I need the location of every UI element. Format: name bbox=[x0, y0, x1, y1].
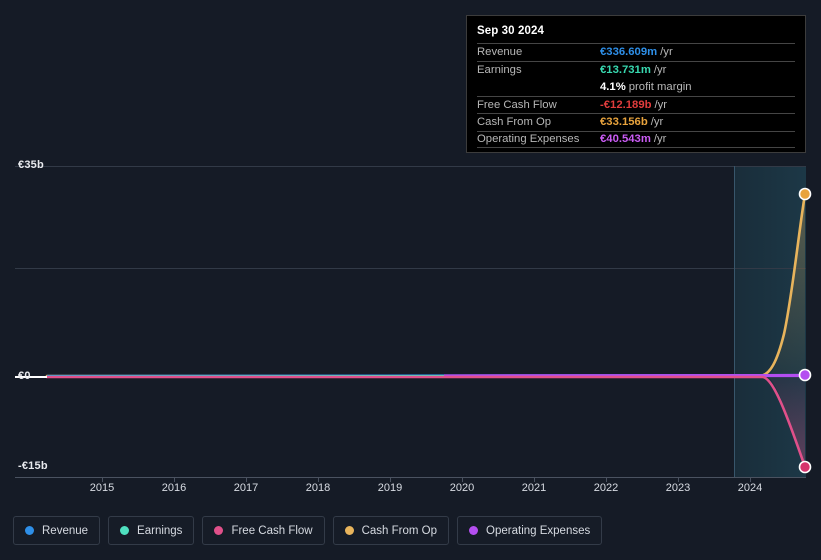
financial-chart-page: €35b €0 -€15b 2015 2016 2017 2018 2019 2… bbox=[0, 0, 821, 560]
y-tick-label-top: €35b bbox=[18, 159, 44, 171]
y-tick-label-zero: €0 bbox=[18, 370, 31, 382]
tooltip-row-profit-margin: 4.1% profit margin bbox=[477, 78, 795, 96]
legend-item-free-cash-flow[interactable]: Free Cash Flow bbox=[202, 516, 325, 545]
tooltip-label-revenue: Revenue bbox=[477, 46, 523, 59]
tooltip-date: Sep 30 2024 bbox=[477, 25, 544, 37]
tooltip-label-earnings: Earnings bbox=[477, 63, 522, 76]
tooltip-value-earnings: €13.731m bbox=[600, 63, 651, 76]
legend-dot-free-cash-flow-icon bbox=[214, 526, 224, 535]
tooltip-row-earnings: Earnings €13.731m /yr bbox=[477, 60, 795, 79]
y-tick-label-bottom: -€15b bbox=[18, 460, 48, 472]
tooltip-row-operating-expenses: Operating Expenses €40.543m /yr bbox=[477, 130, 795, 148]
cash-from-op-area bbox=[768, 194, 805, 376]
x-tick-label-2021: 2021 bbox=[521, 482, 547, 494]
tooltip-suffix-earnings: /yr bbox=[653, 63, 667, 76]
endpoint-cash-from-op bbox=[798, 187, 812, 201]
x-tick-mark bbox=[534, 477, 535, 482]
tooltip-suffix-cash-from-op: /yr bbox=[650, 116, 664, 129]
x-axis-line bbox=[15, 477, 806, 478]
tooltip-value-free-cash-flow: -€12.189b bbox=[600, 98, 652, 111]
x-tick-label-2016: 2016 bbox=[161, 482, 187, 494]
x-tick-label-2024: 2024 bbox=[737, 482, 763, 494]
tooltip-label-operating-expenses: Operating Expenses bbox=[477, 133, 580, 146]
chart-legend: Revenue Earnings Free Cash Flow Cash Fro… bbox=[13, 516, 603, 545]
x-tick-mark bbox=[606, 477, 607, 482]
tooltip-suffix-free-cash-flow: /yr bbox=[654, 98, 668, 111]
tooltip-suffix-profit-margin: profit margin bbox=[628, 80, 692, 93]
endpoint-operating-expenses bbox=[798, 368, 812, 382]
tooltip-suffix-revenue: /yr bbox=[660, 46, 673, 59]
legend-label-earnings: Earnings bbox=[137, 524, 183, 537]
tooltip-label-cash-from-op: Cash From Op bbox=[477, 116, 552, 129]
tooltip-label-free-cash-flow: Free Cash Flow bbox=[477, 98, 557, 111]
tooltip-suffix-operating-expenses: /yr bbox=[653, 133, 667, 146]
plot-area bbox=[15, 166, 812, 478]
x-tick-label-2015: 2015 bbox=[89, 482, 115, 494]
legend-item-operating-expenses[interactable]: Operating Expenses bbox=[457, 516, 603, 545]
legend-label-operating-expenses: Operating Expenses bbox=[486, 524, 591, 537]
tooltip-value-cash-from-op: €33.156b bbox=[600, 116, 648, 129]
tooltip-row-revenue: Revenue €336.609m /yr bbox=[477, 43, 795, 61]
tooltip-value-operating-expenses: €40.543m bbox=[600, 133, 651, 146]
x-tick-label-2023: 2023 bbox=[665, 482, 691, 494]
tooltip-value-profit-margin: 4.1% bbox=[600, 80, 626, 93]
x-tick-label-2020: 2020 bbox=[449, 482, 475, 494]
x-tick-mark bbox=[318, 477, 319, 482]
x-axis: 2015 2016 2017 2018 2019 2020 2021 2022 … bbox=[0, 482, 821, 504]
free-cash-flow-line bbox=[45, 375, 807, 469]
tooltip-row-free-cash-flow: Free Cash Flow -€12.189b /yr bbox=[477, 95, 795, 114]
x-tick-mark bbox=[390, 477, 391, 482]
x-tick-mark bbox=[678, 477, 679, 482]
legend-dot-revenue-icon bbox=[25, 526, 34, 535]
legend-item-earnings[interactable]: Earnings bbox=[108, 516, 195, 545]
legend-label-free-cash-flow: Free Cash Flow bbox=[231, 524, 313, 537]
legend-dot-cash-from-op-icon bbox=[344, 526, 354, 535]
x-tick-label-2019: 2019 bbox=[377, 482, 403, 494]
x-tick-label-2018: 2018 bbox=[305, 482, 331, 494]
legend-item-revenue[interactable]: Revenue bbox=[13, 516, 101, 545]
x-tick-mark bbox=[750, 477, 751, 482]
x-tick-mark bbox=[462, 477, 463, 482]
x-tick-mark bbox=[246, 477, 247, 482]
legend-item-cash-from-op[interactable]: Cash From Op bbox=[332, 516, 450, 545]
legend-label-cash-from-op: Cash From Op bbox=[361, 524, 438, 537]
x-tick-mark bbox=[174, 477, 175, 482]
legend-label-revenue: Revenue bbox=[42, 524, 89, 537]
series-paths bbox=[45, 187, 812, 474]
tooltip-row-cash-from-op: Cash From Op €33.156b /yr bbox=[477, 113, 795, 131]
data-tooltip: Sep 30 2024 Revenue €336.609m /yr Earnin… bbox=[466, 15, 806, 153]
endpoint-free-cash-flow bbox=[798, 460, 812, 474]
cash-from-op-line bbox=[45, 192, 807, 378]
legend-dot-earnings-icon bbox=[120, 526, 130, 535]
tooltip-value-revenue: €336.609m bbox=[600, 46, 658, 59]
chart-canvas: €35b €0 -€15b bbox=[0, 159, 821, 480]
x-tick-mark bbox=[102, 477, 103, 482]
x-tick-label-2017: 2017 bbox=[233, 482, 259, 494]
x-tick-label-2022: 2022 bbox=[593, 482, 619, 494]
legend-dot-operating-expenses-icon bbox=[469, 526, 479, 535]
